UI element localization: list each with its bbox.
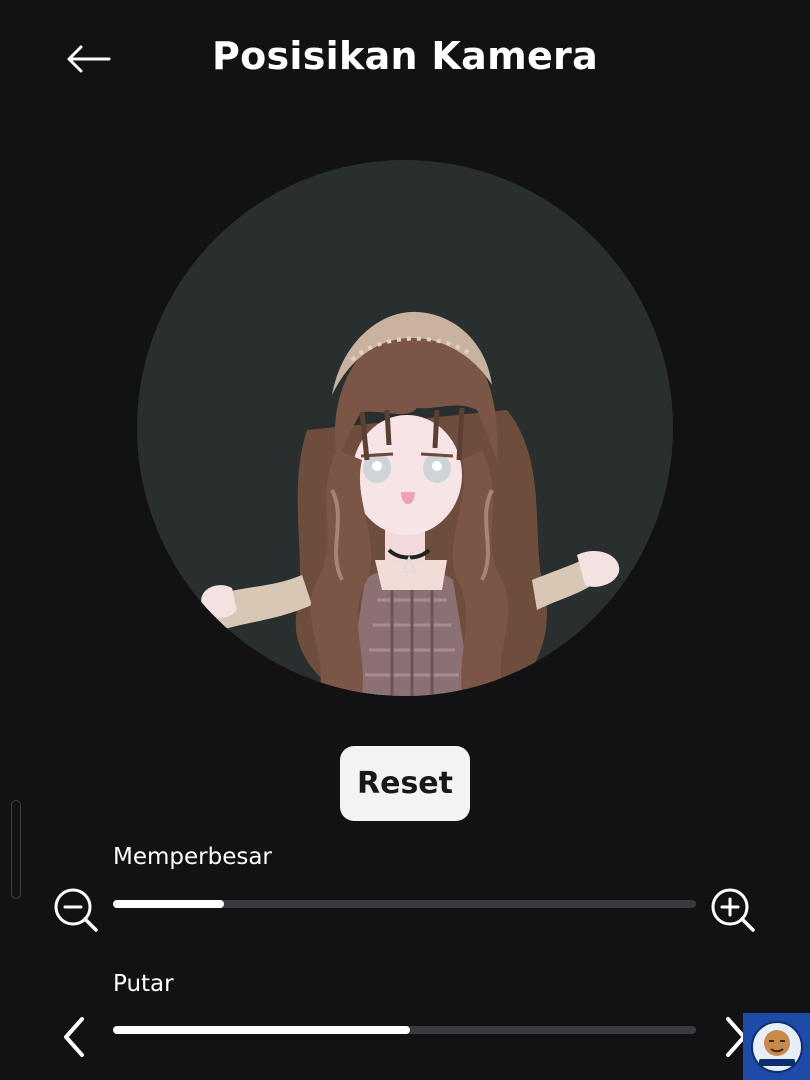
- zoom-slider[interactable]: [113, 900, 696, 908]
- zoom-in-icon: [711, 888, 755, 932]
- zoom-in-button[interactable]: [709, 885, 759, 935]
- watermark-logo-icon: [750, 1020, 803, 1073]
- rotate-slider[interactable]: [113, 1026, 696, 1034]
- camera-position-screen: Posisikan Kamera Reset Memperbesar Putar: [0, 0, 810, 1080]
- avatar-image: [201, 311, 620, 696]
- zoom-out-button[interactable]: [52, 885, 102, 935]
- watermark-badge: [743, 1013, 810, 1080]
- chevron-left-icon: [64, 1017, 84, 1057]
- rotate-slider-fill: [113, 1026, 411, 1034]
- zoom-out-icon: [54, 888, 98, 932]
- rotate-label: Putar: [113, 971, 174, 997]
- scrollbar[interactable]: [11, 800, 21, 899]
- reset-button[interactable]: Reset: [340, 746, 470, 821]
- page-title: Posisikan Kamera: [211, 34, 599, 78]
- zoom-label: Memperbesar: [113, 844, 272, 870]
- avatar-preview[interactable]: [137, 160, 673, 696]
- zoom-slider-fill: [113, 900, 224, 908]
- rotate-left-button[interactable]: [58, 1013, 92, 1061]
